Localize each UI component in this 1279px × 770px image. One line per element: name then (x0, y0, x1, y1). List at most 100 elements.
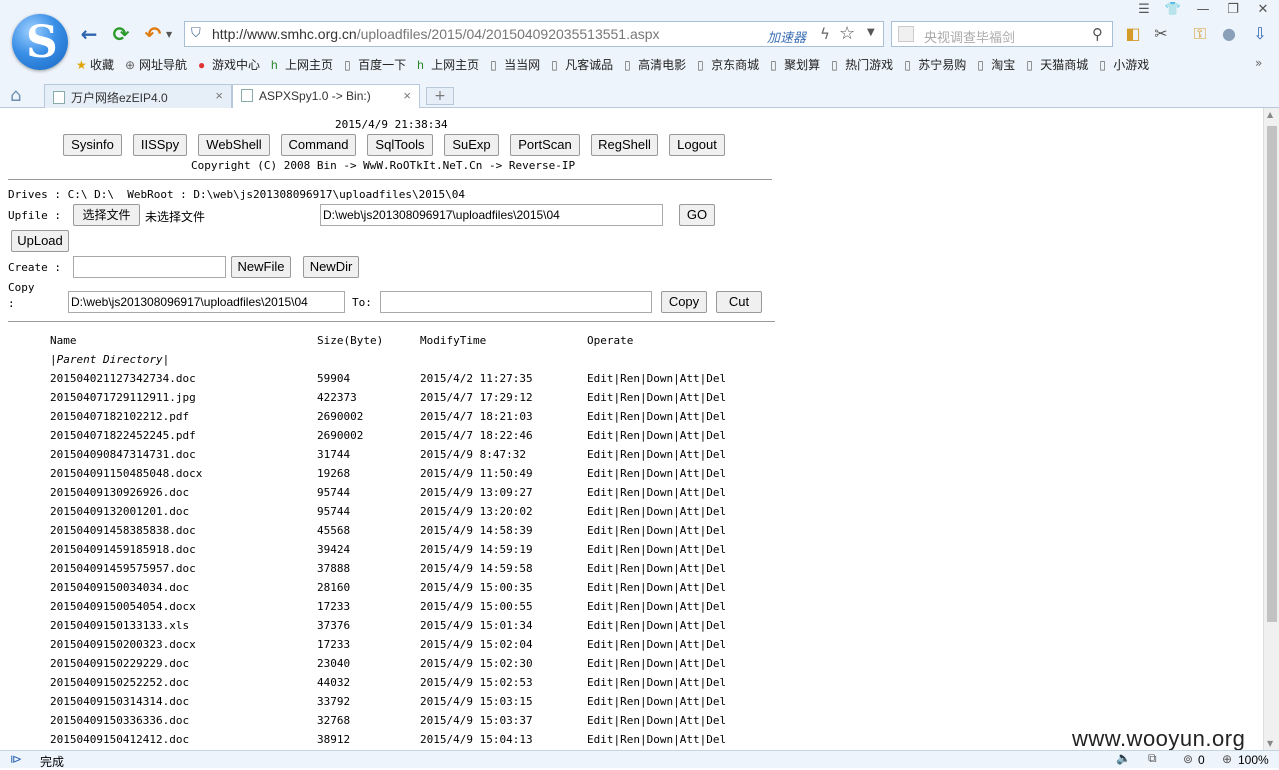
favorite-item[interactable]: ★ 收藏 (76, 56, 114, 73)
back-arrow-icon[interactable]: ← (76, 22, 102, 46)
search-engine-icon[interactable] (898, 26, 914, 42)
tab-ezeip[interactable]: 万户网络ezEIP4.0 × (44, 84, 232, 108)
file-operate-links[interactable]: Edit|Ren|Down|Att|Del (587, 410, 726, 423)
file-name[interactable]: 201504021127342734.doc (50, 372, 196, 385)
file-name[interactable]: 201504090847314731.doc (50, 448, 196, 461)
file-name[interactable]: 20150409150252252.doc (50, 676, 189, 689)
file-name[interactable]: 20150407182102212.pdf (50, 410, 189, 423)
file-operate-links[interactable]: Edit|Ren|Down|Att|Del (587, 562, 726, 575)
copy-button[interactable]: Copy (661, 291, 707, 313)
file-name[interactable]: 20150409130926926.doc (50, 486, 189, 499)
portscan-button[interactable]: PortScan (510, 134, 580, 156)
minimize-icon[interactable]: — (1192, 2, 1214, 18)
file-operate-links[interactable]: Edit|Ren|Down|Att|Del (587, 448, 726, 461)
file-operate-links[interactable]: Edit|Ren|Down|Att|Del (587, 467, 726, 480)
choose-file-button[interactable]: 选择文件 (73, 204, 140, 226)
favorite-item[interactable]: ● 游戏中心 (198, 56, 260, 73)
file-operate-links[interactable]: Edit|Ren|Down|Att|Del (587, 524, 726, 537)
speaker-icon[interactable]: 🔈 (1116, 751, 1131, 765)
favorite-item[interactable]: ▯ 小游戏 (1099, 56, 1149, 73)
vertical-scrollbar[interactable]: ▲ ▼ (1263, 108, 1279, 750)
favorite-item[interactable]: ▯ 热门游戏 (831, 56, 893, 73)
scrollbar-thumb[interactable] (1267, 126, 1277, 622)
download-count-icon[interactable]: ⊚ (1183, 752, 1193, 766)
tab-aspxspy[interactable]: ASPXSpy1.0 -> Bin:) × (232, 84, 420, 109)
close-icon[interactable]: × (403, 88, 411, 103)
newfile-button[interactable]: NewFile (231, 256, 291, 278)
lightning-icon[interactable]: ϟ (820, 25, 830, 43)
file-operate-links[interactable]: Edit|Ren|Down|Att|Del (587, 695, 726, 708)
file-operate-links[interactable]: Edit|Ren|Down|Att|Del (587, 619, 726, 632)
more-icon[interactable]: ● (1218, 24, 1240, 44)
key-icon[interactable]: ⚿ (1189, 24, 1211, 44)
file-name[interactable]: 201504071729112911.jpg (50, 391, 196, 404)
cut-button[interactable]: Cut (716, 291, 762, 313)
refresh-icon[interactable]: ⟳ (108, 22, 134, 46)
extension-icon[interactable]: ◧ (1122, 24, 1144, 44)
favorite-item[interactable]: ▯ 天猫商城 (1026, 56, 1088, 73)
favorite-item[interactable]: ⊕ 网址导航 (125, 56, 187, 73)
file-name[interactable]: 20150409150200323.docx (50, 638, 196, 651)
file-name[interactable]: 20150409150412412.doc (50, 733, 189, 746)
zoom-level[interactable]: 100% (1238, 753, 1269, 767)
file-name[interactable]: 201504091459185918.doc (50, 543, 196, 556)
regshell-button[interactable]: RegShell (591, 134, 658, 156)
download-icon[interactable]: ⇩ (1249, 24, 1271, 44)
file-name[interactable]: 20150409150336336.doc (50, 714, 189, 727)
file-name[interactable]: 201504071822452245.pdf (50, 429, 196, 442)
network-icon[interactable]: ⧉ (1148, 751, 1157, 766)
url-text[interactable]: http://www.smhc.org.cn/uploadfiles/2015/… (212, 26, 660, 42)
file-operate-links[interactable]: Edit|Ren|Down|Att|Del (587, 391, 726, 404)
upload-button[interactable]: UpLoad (11, 230, 69, 252)
copy-dest-input[interactable] (380, 291, 652, 313)
sysinfo-button[interactable]: Sysinfo (63, 134, 122, 156)
copy-source-input[interactable]: D:\web\js201308096917\uploadfiles\2015\0… (68, 291, 345, 313)
chevron-down-icon[interactable]: ▼ (867, 27, 875, 38)
file-operate-links[interactable]: Edit|Ren|Down|Att|Del (587, 600, 726, 613)
file-operate-links[interactable]: Edit|Ren|Down|Att|Del (587, 372, 726, 385)
zoom-icon[interactable]: ⊕ (1222, 752, 1232, 766)
close-icon[interactable]: × (215, 88, 223, 103)
file-operate-links[interactable]: Edit|Ren|Down|Att|Del (587, 657, 726, 670)
undo-close-icon[interactable]: ↶ (140, 22, 166, 46)
file-name[interactable]: 201504091458385838.doc (50, 524, 196, 537)
file-operate-links[interactable]: Edit|Ren|Down|Att|Del (587, 714, 726, 727)
restore-icon[interactable]: ❐ (1222, 2, 1244, 18)
parent-directory-link[interactable]: |Parent Directory| (50, 353, 169, 366)
sidebar-toggle-icon[interactable]: ⧐ (10, 752, 22, 766)
favorite-item[interactable]: ▯ 百度一下 (344, 56, 406, 73)
file-name[interactable]: 201504091459575957.doc (50, 562, 196, 575)
favorite-item[interactable]: h 上网主页 (417, 56, 479, 73)
file-operate-links[interactable]: Edit|Ren|Down|Att|Del (587, 505, 726, 518)
file-operate-links[interactable]: Edit|Ren|Down|Att|Del (587, 429, 726, 442)
favorite-item[interactable]: ▯ 聚划算 (770, 56, 820, 73)
file-name[interactable]: 20150409132001201.doc (50, 505, 189, 518)
command-button[interactable]: Command (281, 134, 356, 156)
search-box[interactable]: 央视调查毕福剑 ⚲ (891, 21, 1113, 47)
home-icon[interactable]: ⌂ (10, 85, 21, 106)
address-bar[interactable]: ⛉ http://www.smhc.org.cn/uploadfiles/201… (184, 21, 884, 47)
file-operate-links[interactable]: Edit|Ren|Down|Att|Del (587, 638, 726, 651)
bookmark-star-icon[interactable]: ☆ (839, 23, 855, 44)
sqltools-button[interactable]: SqlTools (367, 134, 433, 156)
favorite-item[interactable]: ▯ 当当网 (490, 56, 540, 73)
chevron-down-icon[interactable]: ▼ (166, 30, 172, 39)
file-operate-links[interactable]: Edit|Ren|Down|Att|Del (587, 733, 726, 746)
scroll-up-icon[interactable]: ▲ (1267, 110, 1273, 119)
newdir-button[interactable]: NewDir (303, 256, 359, 278)
favorite-item[interactable]: ▯ 京东商城 (697, 56, 759, 73)
favorite-item[interactable]: ▯ 淘宝 (977, 56, 1015, 73)
create-input[interactable] (73, 256, 226, 278)
favorite-item[interactable]: ▯ 苏宁易购 (904, 56, 966, 73)
close-window-icon[interactable]: ✕ (1252, 2, 1274, 18)
favorite-item[interactable]: h 上网主页 (271, 56, 333, 73)
file-operate-links[interactable]: Edit|Ren|Down|Att|Del (587, 581, 726, 594)
file-operate-links[interactable]: Edit|Ren|Down|Att|Del (587, 543, 726, 556)
file-name[interactable]: 20150409150034034.doc (50, 581, 189, 594)
menu-icon[interactable]: ☰ (1133, 2, 1155, 18)
favorite-item[interactable]: ▯ 高清电影 (624, 56, 686, 73)
scroll-down-icon[interactable]: ▼ (1267, 739, 1273, 748)
file-name[interactable]: 20150409150133133.xls (50, 619, 189, 632)
file-name[interactable]: 201504091150485048.docx (50, 467, 202, 480)
file-operate-links[interactable]: Edit|Ren|Down|Att|Del (587, 676, 726, 689)
